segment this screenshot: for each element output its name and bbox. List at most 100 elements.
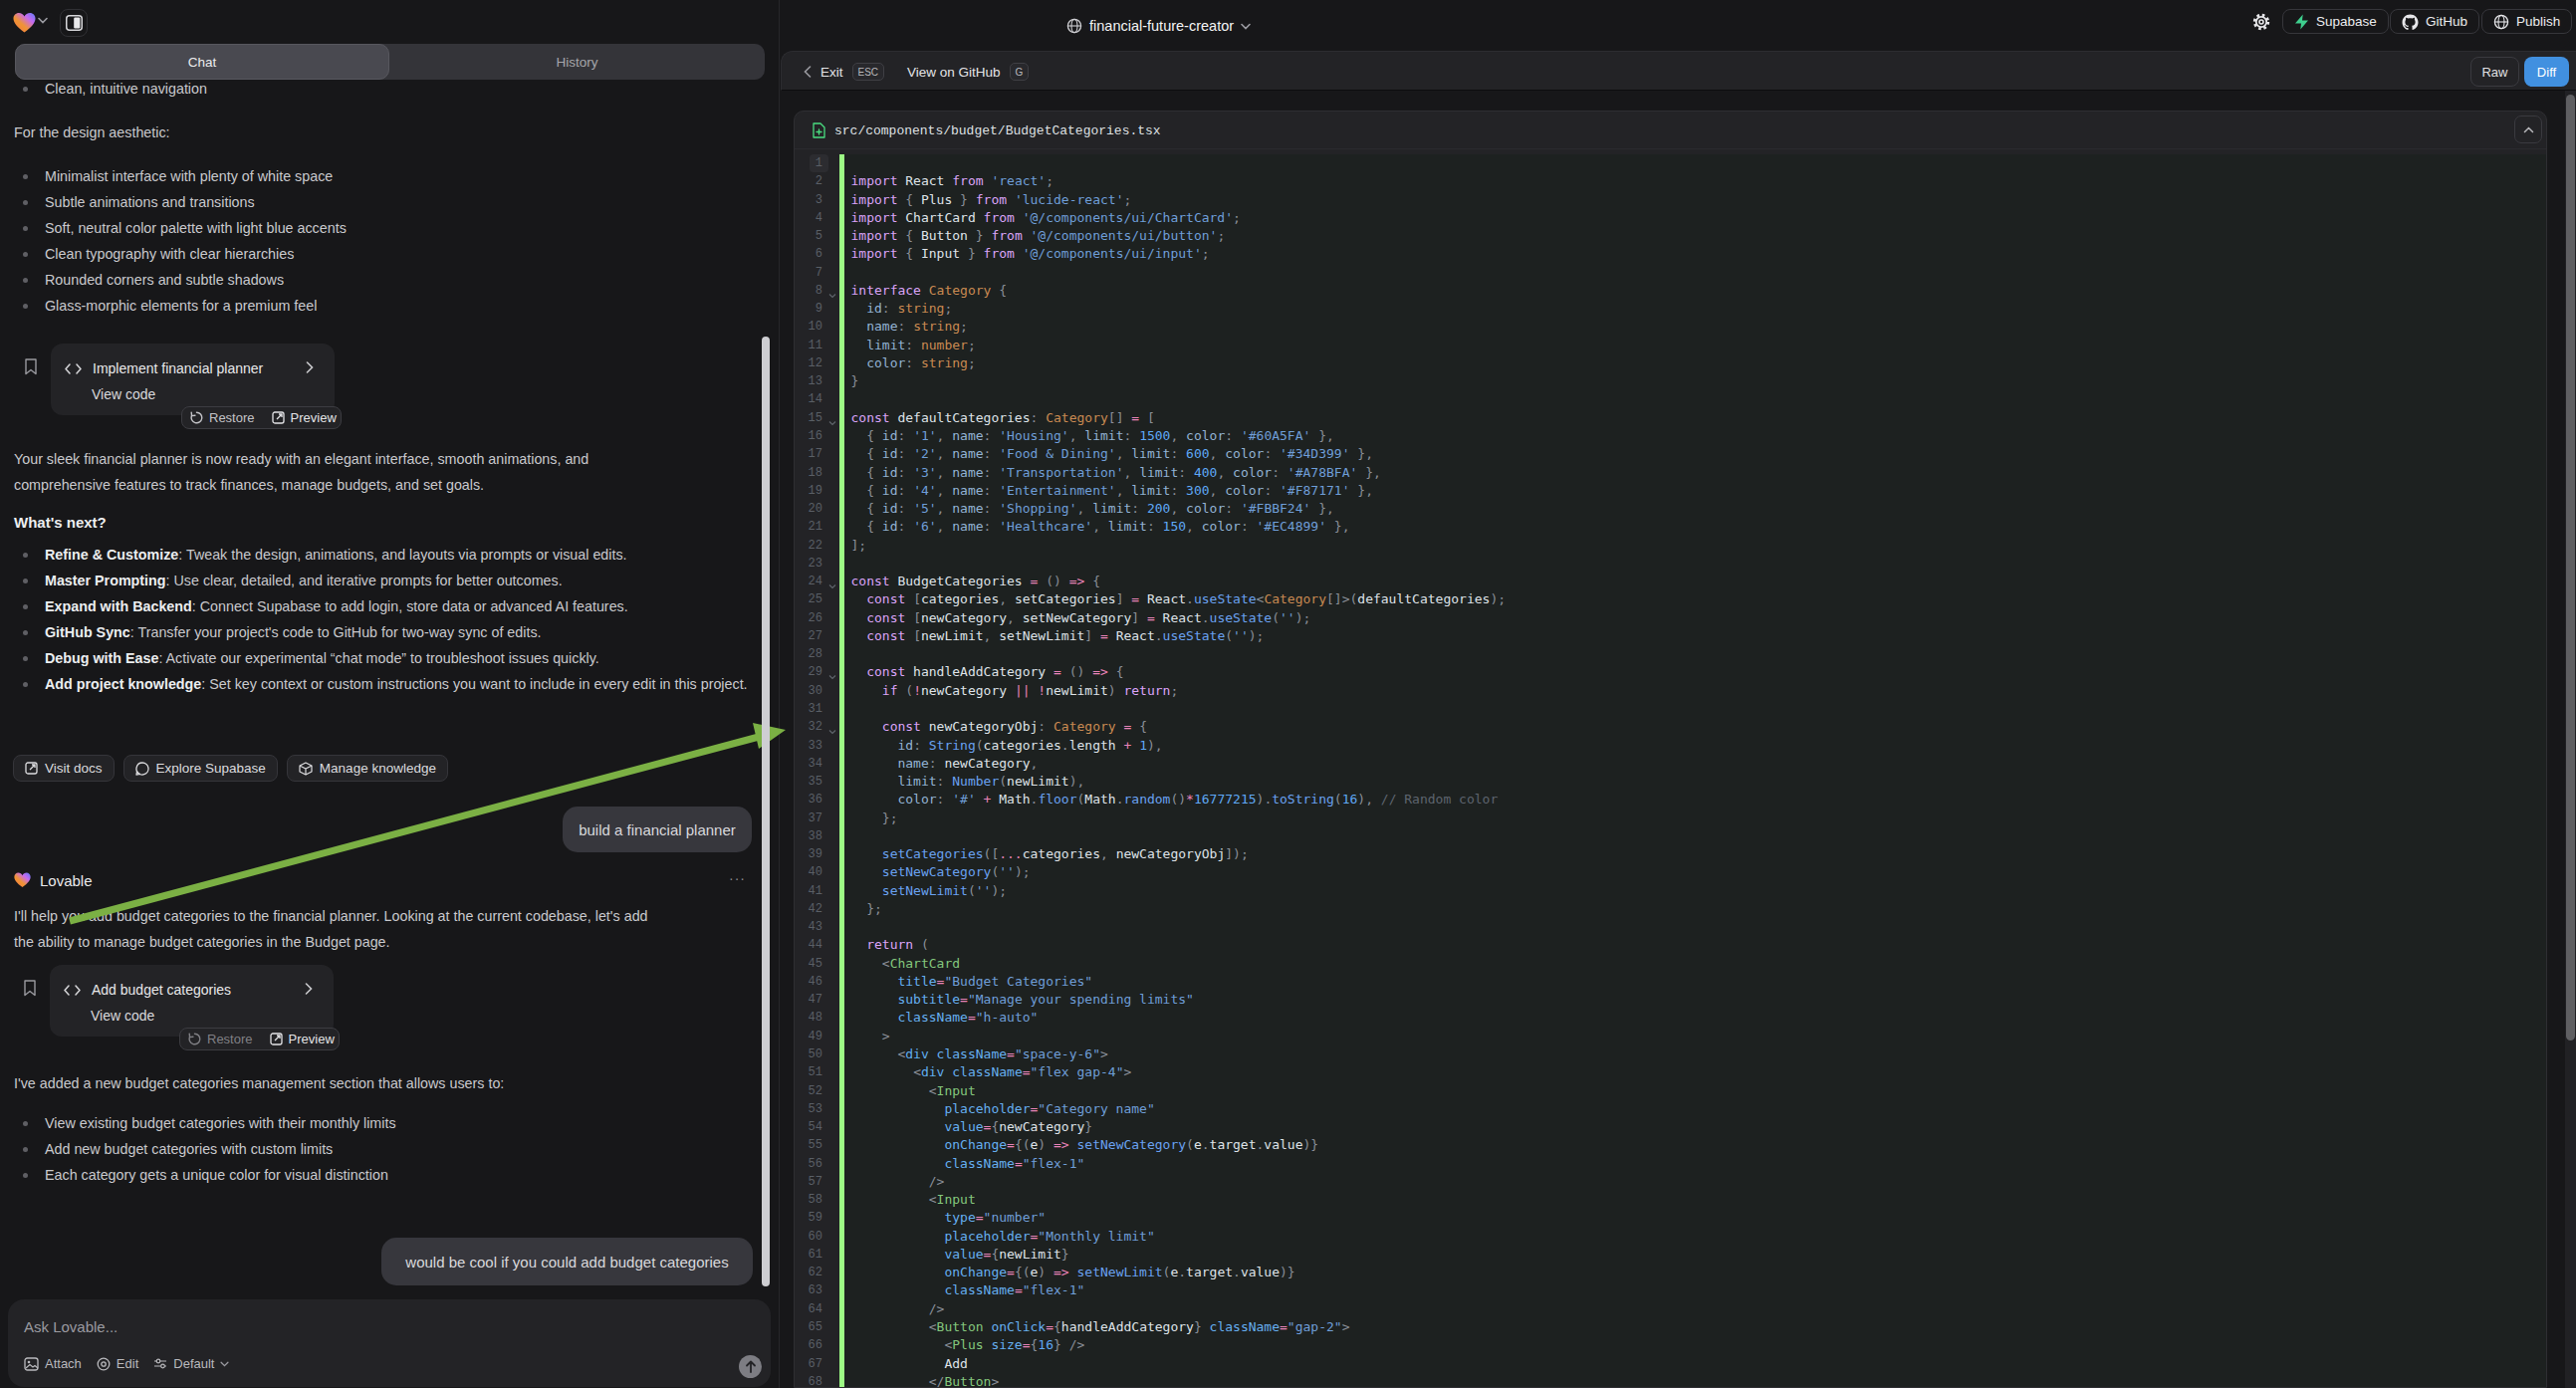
chevron-right-icon [306, 361, 314, 373]
esc-kbd: ESC [852, 63, 885, 81]
code-line: 2import React from 'react'; [795, 172, 2546, 190]
code-scrollbar[interactable] [2566, 95, 2575, 1041]
list-item: Minimalist interface with plenty of whit… [14, 163, 751, 189]
exit-button[interactable]: Exit ESC [804, 52, 884, 92]
collapse-file-button[interactable] [2514, 116, 2542, 143]
code-line: 51 <div className="flex gap-4"> [795, 1063, 2546, 1081]
code-line: 1 [795, 154, 2546, 172]
code-line: 35 limit: Number(newLimit), [795, 773, 2546, 791]
bookmark-icon[interactable] [25, 358, 37, 375]
tab-history[interactable]: History [389, 44, 765, 80]
code-line: 67 Add [795, 1355, 2546, 1373]
publish-globe-icon [2493, 14, 2509, 30]
user-message-1: build a financial planner [563, 807, 752, 852]
chat-input-actions: Attach Edit Default [24, 1356, 229, 1371]
bookmark-icon[interactable] [24, 980, 36, 997]
settings-gear-icon[interactable] [2250, 9, 2272, 34]
project-name: financial-future-creator [1089, 18, 1234, 34]
code-line: 54 value={newCategory} [795, 1118, 2546, 1136]
list-item: Add project knowledge: Set key context o… [14, 671, 749, 697]
raw-toggle-button[interactable]: Raw [2470, 57, 2519, 87]
file-path: src/components/budget/BudgetCategories.t… [834, 112, 1161, 149]
code-line: 33 id: String(categories.length + 1), [795, 737, 2546, 755]
code-lines[interactable]: 12import React from 'react';3import { Pl… [795, 154, 2546, 1388]
code-line: 17 { id: '2', name: 'Food & Dining', lim… [795, 445, 2546, 463]
code-line: 19 { id: '4', name: 'Entertainment', lim… [795, 482, 2546, 500]
restore-button[interactable]: Restore [190, 410, 255, 425]
design-heading: For the design aesthetic: [14, 119, 170, 145]
chevron-left-icon [804, 66, 812, 78]
list-item: Rounded corners and subtle shadows [14, 267, 751, 293]
code-icon [65, 363, 82, 374]
chat-input-box[interactable]: Ask Lovable... Attach Edit [8, 1299, 771, 1387]
code-line: 60 placeholder="Monthly limit" [795, 1228, 2546, 1246]
view-code-link[interactable]: View code [92, 383, 155, 405]
whats-next-heading: What's next? [14, 514, 107, 531]
code-line: 3import { Plus } from 'lucide-react'; [795, 191, 2546, 209]
preview-button[interactable]: Preview [270, 1032, 335, 1046]
code-line: 63 className="flex-1" [795, 1281, 2546, 1299]
send-arrow-icon [745, 1360, 757, 1373]
attach-button[interactable]: Attach [24, 1356, 82, 1371]
code-panel: Exit ESC View on GitHub G Raw Diff src/c… [781, 51, 2576, 1388]
view-code-link[interactable]: View code [91, 1005, 154, 1027]
code-line: 31 [795, 700, 2546, 718]
code-line: 15const defaultCategories: Category[] = … [795, 409, 2546, 427]
list-item: GitHub Sync: Transfer your project's cod… [14, 619, 749, 645]
code-line: 29 const handleAddCategory = () => { [795, 663, 2546, 681]
version-card-add-budget-categories[interactable]: Add budget categories View code [50, 965, 334, 1037]
send-button[interactable] [739, 1355, 762, 1378]
user-message-2: would be cool if you could add budget ca… [381, 1238, 753, 1285]
message-more-button[interactable]: ··· [729, 870, 746, 886]
visit-docs-button[interactable]: Visit docs [13, 755, 115, 782]
explore-supabase-button[interactable]: Explore Supabase [123, 755, 278, 782]
code-line: 38 [795, 827, 2546, 845]
code-line: 41 setNewLimit(''); [795, 882, 2546, 900]
code-line: 32 const newCategoryObj: Category = { [795, 718, 2546, 736]
restore-button[interactable]: Restore [188, 1032, 253, 1046]
code-line: 14 [795, 390, 2546, 408]
preview-button[interactable]: Preview [272, 410, 337, 425]
code-line: 8interface Category { [795, 282, 2546, 300]
external-link-icon [25, 762, 38, 775]
code-icon [64, 985, 81, 996]
tab-chat[interactable]: Chat [15, 44, 389, 80]
list-item: Debug with Ease: Activate our experiment… [14, 645, 749, 671]
supabase-button[interactable]: Supabase [2282, 9, 2389, 34]
chat-scrollbar[interactable] [762, 337, 770, 1286]
assistant-header: Lovable [14, 868, 751, 892]
code-line: 10 name: string; [795, 318, 2546, 336]
mode-selector[interactable]: Default [153, 1356, 229, 1371]
view-on-github-link[interactable]: View on GitHub G [907, 52, 1029, 92]
chat-input-placeholder: Ask Lovable... [24, 1314, 117, 1340]
list-item: Add new budget categories with custom li… [14, 1136, 751, 1162]
version-card-title: Add budget categories [92, 982, 231, 998]
diff-toggle-button[interactable]: Diff [2524, 57, 2569, 87]
version-card-title: Implement financial planner [93, 360, 263, 376]
supabase-icon [2294, 14, 2309, 30]
github-button[interactable]: GitHub [2390, 9, 2479, 34]
code-line: 16 { id: '1', name: 'Housing', limit: 15… [795, 427, 2546, 445]
code-line: 50 <div className="space-y-6"> [795, 1045, 2546, 1063]
code-line: 9 id: string; [795, 300, 2546, 318]
manage-knowledge-button[interactable]: Manage knowledge [287, 755, 448, 782]
version-card-implement-financial-planner[interactable]: Implement financial planner View code [51, 344, 335, 415]
project-switcher[interactable]: financial-future-creator [1066, 12, 1251, 40]
edit-button[interactable]: Edit [97, 1356, 138, 1371]
file-header[interactable]: src/components/budget/BudgetCategories.t… [795, 112, 2546, 149]
file-added-icon [813, 122, 825, 138]
restore-icon [190, 411, 203, 424]
code-line: 55 onChange={(e) => setNewCategory(e.tar… [795, 1136, 2546, 1154]
code-line: 39 setCategories([...categories, newCate… [795, 845, 2546, 863]
list-item: View existing budget categories with the… [14, 1110, 751, 1136]
next-steps-list: Refine & Customize: Tweak the design, an… [14, 542, 749, 697]
code-line: 20 { id: '5', name: 'Shopping', limit: 2… [795, 500, 2546, 518]
assistant-paragraph-help: I'll help you add budget categories to t… [14, 903, 656, 955]
code-line: 61 value={newLimit} [795, 1246, 2546, 1264]
code-line: 40 setNewCategory(''); [795, 863, 2546, 881]
file-diff-card: src/components/budget/BudgetCategories.t… [794, 111, 2547, 1388]
code-line: 59 type="number" [795, 1209, 2546, 1227]
list-item: Expand with Backend: Connect Supabase to… [14, 593, 749, 619]
publish-button[interactable]: Publish [2481, 9, 2572, 34]
code-line: 6import { Input } from '@/components/ui/… [795, 245, 2546, 263]
